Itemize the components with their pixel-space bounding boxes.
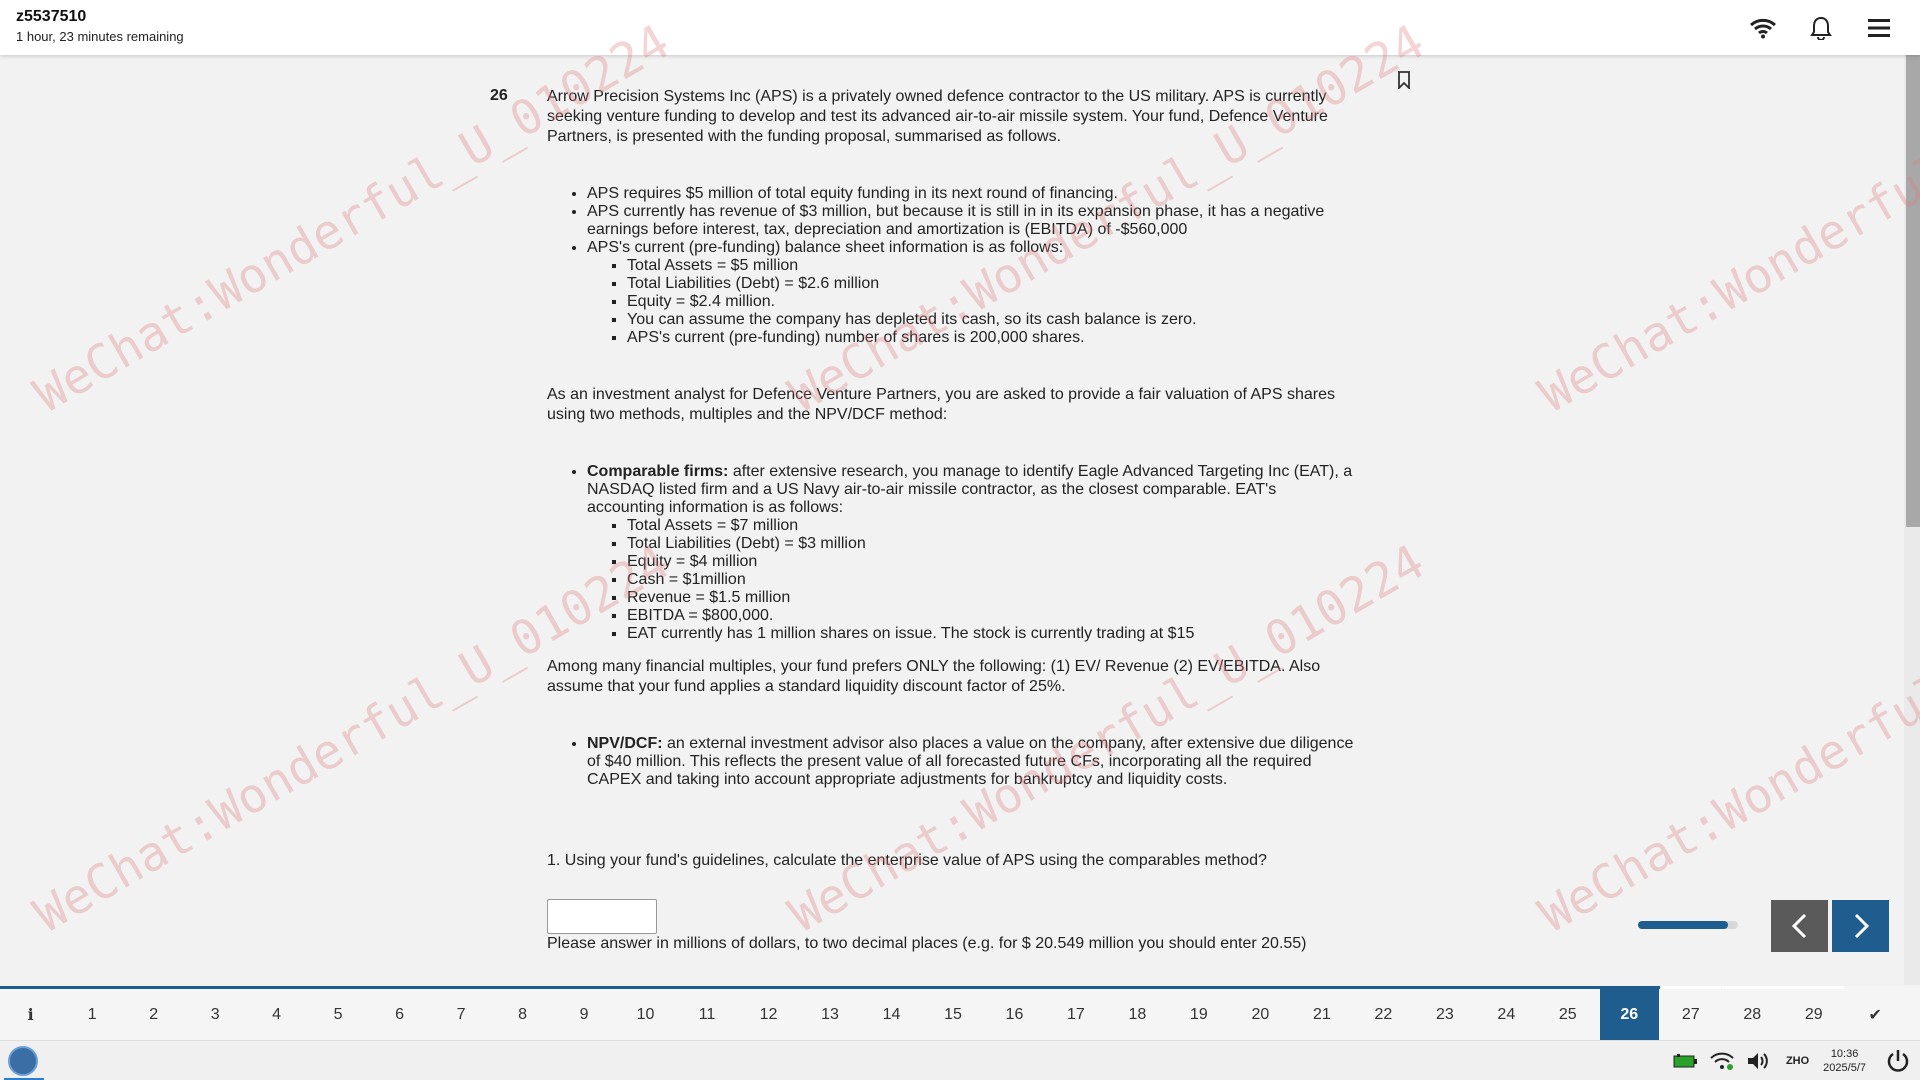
question-nav-item[interactable]: 25 (1536, 986, 1599, 1040)
aps-bullet-list: APS requires $5 million of total equity … (547, 185, 1357, 347)
question-nav-item[interactable]: 11 (675, 986, 738, 1040)
list-item: Total Liabilities (Debt) = $3 million (627, 535, 1357, 553)
question-nav-item[interactable]: 14 (859, 986, 923, 1040)
question-nav-item[interactable]: 2 (121, 986, 185, 1040)
system-clock[interactable]: 10:36 2025/5/7 (1823, 1047, 1866, 1075)
question-nav-item[interactable]: 9 (552, 986, 615, 1040)
list-item: APS's current (pre-funding) number of sh… (627, 329, 1357, 347)
multiples-paragraph: Among many financial multiples, your fun… (547, 658, 1321, 695)
answer-input[interactable] (547, 899, 657, 934)
question-nav-strip: i 1 2 3 4 5 6 7 8 9 10 11 12 13 14 15 16 17 18 19 20 21 22 23 2… (0, 986, 1920, 1040)
question-nav-item[interactable]: 10 (613, 986, 677, 1040)
question-nav-item[interactable]: 21 (1290, 986, 1353, 1040)
volume-icon[interactable] (1742, 1046, 1774, 1076)
progress-bar (1638, 921, 1738, 929)
task-paragraph: As an investment analyst for Defence Ven… (547, 386, 1335, 423)
list-item: APS requires $5 million of total equity … (587, 185, 1357, 203)
list-item: NPV/DCF: an external investment advisor … (587, 735, 1357, 789)
question-nav-item[interactable]: 20 (1228, 986, 1292, 1040)
question-nav-item[interactable]: 7 (429, 986, 492, 1040)
next-button[interactable] (1832, 900, 1889, 952)
question-nav-item[interactable]: 5 (306, 986, 369, 1040)
question-nav-item[interactable]: 6 (367, 986, 431, 1040)
clock-time: 10:36 (1830, 1048, 1859, 1060)
question-nav-item[interactable]: 29 (1782, 986, 1845, 1040)
list-item-text: APS's current (pre-funding) balance shee… (587, 239, 1064, 256)
top-icons (1748, 14, 1894, 42)
checkmark-icon[interactable]: ✔ (1843, 986, 1906, 1040)
list-item: APS's current (pre-funding) balance shee… (587, 239, 1357, 347)
question-nav-item[interactable]: 8 (490, 986, 554, 1040)
eat-info-list: Total Assets = $7 million Total Liabilit… (587, 517, 1357, 643)
question-nav-item[interactable]: 22 (1351, 986, 1415, 1040)
list-item: Total Assets = $7 million (627, 517, 1357, 535)
language-indicator[interactable]: ZHO (1786, 1055, 1809, 1067)
question-nav-item[interactable]: 27 (1659, 986, 1722, 1040)
info-symbol: i (27, 1005, 34, 1024)
network-icon[interactable] (1706, 1046, 1738, 1076)
list-item: Cash = $1million (627, 571, 1357, 589)
list-item: Total Liabilities (Debt) = $2.6 million (627, 275, 1357, 293)
npv-list: NPV/DCF: an external investment advisor … (547, 735, 1357, 789)
sub-question: 1. Using your fund's guidelines, calcula… (547, 852, 1267, 869)
vertical-scrollbar[interactable] (1904, 55, 1920, 985)
question-nav-item[interactable]: 18 (1105, 986, 1169, 1040)
question-nav-item[interactable]: 16 (982, 986, 1046, 1040)
question-nav-item[interactable]: 1 (60, 986, 123, 1040)
list-item: Equity = $4 million (627, 553, 1357, 571)
question-body: Arrow Precision Systems Inc (APS) is a p… (547, 87, 1357, 954)
hamburger-menu-icon[interactable] (1864, 14, 1894, 42)
list-item: Equity = $2.4 million. (627, 293, 1357, 311)
aps-balance-list: Total Assets = $5 million Total Liabilit… (587, 257, 1357, 347)
question-nav-item[interactable]: 17 (1044, 986, 1107, 1040)
bookmark-icon[interactable] (1394, 69, 1414, 91)
list-item: Revenue = $1.5 million (627, 589, 1357, 607)
chevron-right-icon (1854, 913, 1869, 939)
system-tray: ZHO 10:36 2025/5/7 (1670, 1041, 1920, 1080)
start-icon[interactable] (8, 1046, 38, 1076)
question-nav-item[interactable]: 4 (244, 986, 308, 1040)
question-nav-item[interactable]: 3 (183, 986, 246, 1040)
chevron-left-icon (1791, 913, 1806, 939)
list-item: Total Assets = $5 million (627, 257, 1357, 275)
answer-hint: Please answer in millions of dollars, to… (547, 935, 1307, 952)
clock-date: 2025/5/7 (1823, 1062, 1866, 1074)
previous-button[interactable] (1771, 900, 1828, 952)
os-taskbar: ZHO 10:36 2025/5/7 (0, 1040, 1920, 1080)
scrollbar-thumb[interactable] (1906, 55, 1920, 527)
question-nav-item[interactable]: 28 (1720, 986, 1783, 1040)
question-nav-item[interactable]: 23 (1413, 986, 1476, 1040)
question-nav-item[interactable]: 19 (1167, 986, 1230, 1040)
list-item: Comparable firms: after extensive resear… (587, 463, 1357, 643)
battery-icon[interactable] (1670, 1046, 1702, 1076)
question-intro: Arrow Precision Systems Inc (APS) is a p… (547, 88, 1328, 145)
list-item: EAT currently has 1 million shares on is… (627, 625, 1357, 643)
question-nav-item[interactable]: 24 (1474, 986, 1538, 1040)
list-item: EBITDA = $800,000. (627, 607, 1357, 625)
power-icon[interactable] (1882, 1046, 1914, 1076)
list-item: You can assume the company has depleted … (627, 311, 1357, 329)
question-nav-item[interactable]: 12 (736, 986, 800, 1040)
top-bar: z5537510 1 hour, 23 minutes remaining (0, 0, 1920, 55)
npv-text: an external investment advisor also plac… (587, 735, 1354, 788)
comparables-list: Comparable firms: after extensive resear… (547, 463, 1357, 643)
comparables-label: Comparable firms: (587, 463, 729, 480)
progress-fill (1638, 921, 1728, 929)
bell-icon[interactable] (1806, 14, 1836, 42)
npv-label: NPV/DCF: (587, 735, 663, 752)
info-icon[interactable]: i (0, 986, 62, 1040)
question-nav-item[interactable]: 13 (798, 986, 861, 1040)
time-remaining: 1 hour, 23 minutes remaining (16, 29, 184, 44)
user-id: z5537510 (16, 8, 87, 25)
wifi-icon[interactable] (1748, 14, 1778, 42)
question-nav-item[interactable]: 15 (921, 986, 984, 1040)
question-nav-item[interactable]: 26 (1597, 986, 1660, 1040)
list-item: APS currently has revenue of $3 million,… (587, 203, 1357, 239)
question-number: 26 (490, 87, 508, 104)
question-content: 26 Arrow Precision Systems Inc (APS) is … (0, 55, 1904, 985)
